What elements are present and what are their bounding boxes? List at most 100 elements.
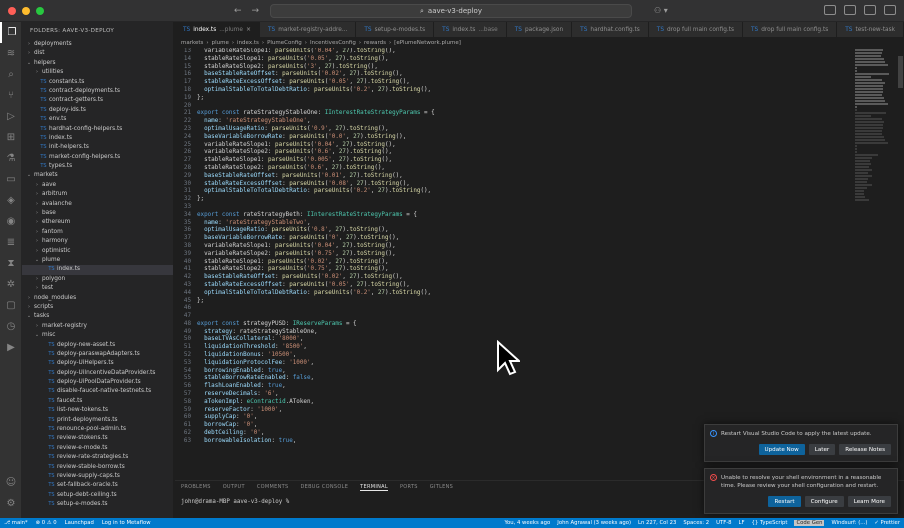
tree-item[interactable]: TS renounce-pool-admin.ts bbox=[22, 425, 173, 434]
status-item[interactable]: Spaces: 2 bbox=[683, 520, 709, 526]
tree-item[interactable]: TS index.ts bbox=[22, 134, 173, 143]
breadcrumb-item[interactable]: plume bbox=[212, 40, 229, 46]
tree-item[interactable]: TS review-stable-borrow.ts bbox=[22, 463, 173, 472]
editor-tab[interactable]: TS drop full main config.ts bbox=[648, 22, 744, 37]
explorer-icon[interactable]: ❐ bbox=[0, 22, 22, 43]
breadcrumb-item[interactable]: index.ts bbox=[237, 40, 259, 46]
tree-item[interactable]: TS hardhat-config-helpers.ts bbox=[22, 125, 173, 134]
tree-item[interactable]: › ethereum bbox=[22, 218, 173, 227]
configure-button[interactable]: Configure bbox=[804, 496, 844, 507]
tree-item[interactable]: TS print-deployments.ts bbox=[22, 416, 173, 425]
tree-item[interactable]: › deployments bbox=[22, 40, 173, 49]
run-debug-icon[interactable]: ▷ bbox=[0, 106, 22, 127]
tree-item[interactable]: TS review-e-mode.ts bbox=[22, 444, 173, 453]
status-item[interactable]: Log in to Metaflow bbox=[102, 520, 151, 526]
editor-tab[interactable]: TS test-new-task bbox=[837, 22, 904, 37]
tree-item[interactable]: TS setup-e-modes.ts bbox=[22, 500, 173, 509]
status-item[interactable]: Windsurf: (...) bbox=[831, 520, 867, 526]
status-item[interactable]: Code Gen bbox=[794, 520, 825, 526]
code-editor[interactable]: 13 variableRateSlope1: parseUnits('0.04'… bbox=[175, 48, 855, 480]
breadcrumb-item[interactable]: PlumeConfig bbox=[267, 40, 302, 46]
status-item[interactable]: John Agrawal (3 weeks ago) bbox=[557, 520, 631, 526]
breadcrumb-item[interactable]: IncentivesConfig bbox=[310, 40, 356, 46]
database-icon[interactable]: ≣ bbox=[0, 232, 22, 253]
editor-tab[interactable]: TS package.json bbox=[506, 22, 573, 37]
search-icon[interactable]: ⌕ bbox=[0, 64, 22, 85]
status-item[interactable]: ⎇ main* bbox=[4, 520, 28, 526]
source-control-icon[interactable]: ⑂ bbox=[0, 85, 22, 106]
editor-tab[interactable]: TS index.ts ...plume × bbox=[175, 22, 260, 37]
tree-item[interactable]: TS contract-getters.ts bbox=[22, 96, 173, 105]
tree-item[interactable]: TS list-new-tokens.ts bbox=[22, 406, 173, 415]
toggle-secondary-sidebar-icon[interactable] bbox=[864, 5, 876, 15]
back-arrow-icon[interactable]: ← bbox=[234, 6, 242, 16]
tree-item[interactable]: TS deploy-UiPoolDataProvider.ts bbox=[22, 378, 173, 387]
panel-tab[interactable]: PORTS bbox=[400, 484, 418, 490]
tree-item[interactable]: TS constants.ts bbox=[22, 78, 173, 87]
restart-button[interactable]: Restart bbox=[768, 496, 801, 507]
chat-icon[interactable]: ▢ bbox=[0, 295, 22, 316]
status-item[interactable]: UTF-8 bbox=[716, 520, 731, 526]
gitlens-icon[interactable]: ◉ bbox=[0, 211, 22, 232]
tree-item[interactable]: ⌄ tasks bbox=[22, 312, 173, 321]
timeline-icon[interactable]: ⧗ bbox=[0, 253, 22, 274]
status-item[interactable]: ⊗ 0 ⚠ 0 bbox=[36, 520, 57, 526]
breadcrumb-item[interactable]: rewards bbox=[364, 40, 386, 46]
panel-tab[interactable]: OUTPUT bbox=[223, 484, 245, 490]
editor-scrollbar[interactable] bbox=[897, 48, 904, 480]
status-item[interactable]: LF bbox=[739, 520, 745, 526]
remote-explorer-icon[interactable]: ▭ bbox=[0, 169, 22, 190]
tree-item[interactable]: › polygon bbox=[22, 275, 173, 284]
customize-layout-icon[interactable] bbox=[884, 5, 896, 15]
tree-item[interactable]: TS review-stokens.ts bbox=[22, 434, 173, 443]
tree-item[interactable]: ⌄ markets bbox=[22, 171, 173, 180]
status-item[interactable]: ✓ Prettier bbox=[874, 520, 900, 526]
tree-item[interactable]: TS init-helpers.ts bbox=[22, 143, 173, 152]
breadcrumb-item[interactable]: [ePlumeNetwork.plume] bbox=[394, 40, 461, 46]
tree-item[interactable]: TS env.ts bbox=[22, 115, 173, 124]
settings-gear-icon[interactable]: ⚙ bbox=[0, 493, 22, 514]
tree-item[interactable]: › market-registry bbox=[22, 322, 173, 331]
learn-more-button[interactable]: Learn More bbox=[847, 496, 891, 507]
tree-item[interactable]: › arbitrum bbox=[22, 190, 173, 199]
minimap[interactable] bbox=[855, 48, 897, 480]
minimize-window-button[interactable] bbox=[22, 6, 30, 15]
status-item[interactable]: Launchpad bbox=[65, 520, 94, 526]
tree-item[interactable]: › avalanche bbox=[22, 200, 173, 209]
tree-item[interactable]: TS deploy-paraswapAdapters.ts bbox=[22, 350, 173, 359]
tree-item[interactable]: TS contract-deployments.ts bbox=[22, 87, 173, 96]
tree-item[interactable]: ⌄ helpers bbox=[22, 59, 173, 68]
tree-item[interactable]: TS market-config-helpers.ts bbox=[22, 153, 173, 162]
later-button[interactable]: Later bbox=[808, 444, 836, 455]
breadcrumb-item[interactable]: markets bbox=[181, 40, 203, 46]
tree-item[interactable]: › scripts bbox=[22, 303, 173, 312]
tree-item[interactable]: TS index.ts bbox=[22, 265, 173, 275]
toggle-panel-icon[interactable] bbox=[844, 5, 856, 15]
tree-item[interactable]: › aave bbox=[22, 181, 173, 190]
copilot-icon[interactable]: ⚇ ▾ bbox=[654, 6, 668, 15]
tree-item[interactable]: TS review-rate-strategies.ts bbox=[22, 453, 173, 462]
tree-item[interactable]: TS deploy-new-asset.ts bbox=[22, 341, 173, 350]
update-now-button[interactable]: Update Now bbox=[758, 444, 805, 455]
status-item[interactable]: {} TypeScript bbox=[752, 520, 788, 526]
tree-item[interactable]: › node_modules bbox=[22, 294, 173, 303]
tree-item[interactable]: TS types.ts bbox=[22, 162, 173, 171]
release-notes-button[interactable]: Release Notes bbox=[839, 444, 891, 455]
editor-tab[interactable]: TS drop full main config.ts bbox=[743, 22, 838, 37]
editor-tab[interactable]: TS setup-e-modes.ts bbox=[356, 22, 435, 37]
clock-icon[interactable]: ◷ bbox=[0, 316, 22, 337]
close-window-button[interactable] bbox=[8, 6, 16, 15]
docker-icon[interactable]: ◈ bbox=[0, 190, 22, 211]
tree-item[interactable]: › dist bbox=[22, 49, 173, 58]
tree-item[interactable]: TS review-supply-caps.ts bbox=[22, 472, 173, 481]
editor-tab[interactable]: TS market-registry-addre... bbox=[259, 22, 357, 37]
forward-arrow-icon[interactable]: → bbox=[252, 6, 260, 16]
tree-item[interactable]: › fantom bbox=[22, 228, 173, 237]
kubernetes-icon[interactable]: ✲ bbox=[0, 274, 22, 295]
panel-tab[interactable]: GITLENS bbox=[430, 484, 453, 490]
tree-item[interactable]: TS deploy-UiHelpers.ts bbox=[22, 359, 173, 368]
panel-tab[interactable]: COMMENTS bbox=[257, 484, 289, 490]
tree-item[interactable]: › utilities bbox=[22, 68, 173, 77]
toggle-sidebar-icon[interactable] bbox=[824, 5, 836, 15]
tree-item[interactable]: ⌄ plume bbox=[22, 256, 173, 265]
